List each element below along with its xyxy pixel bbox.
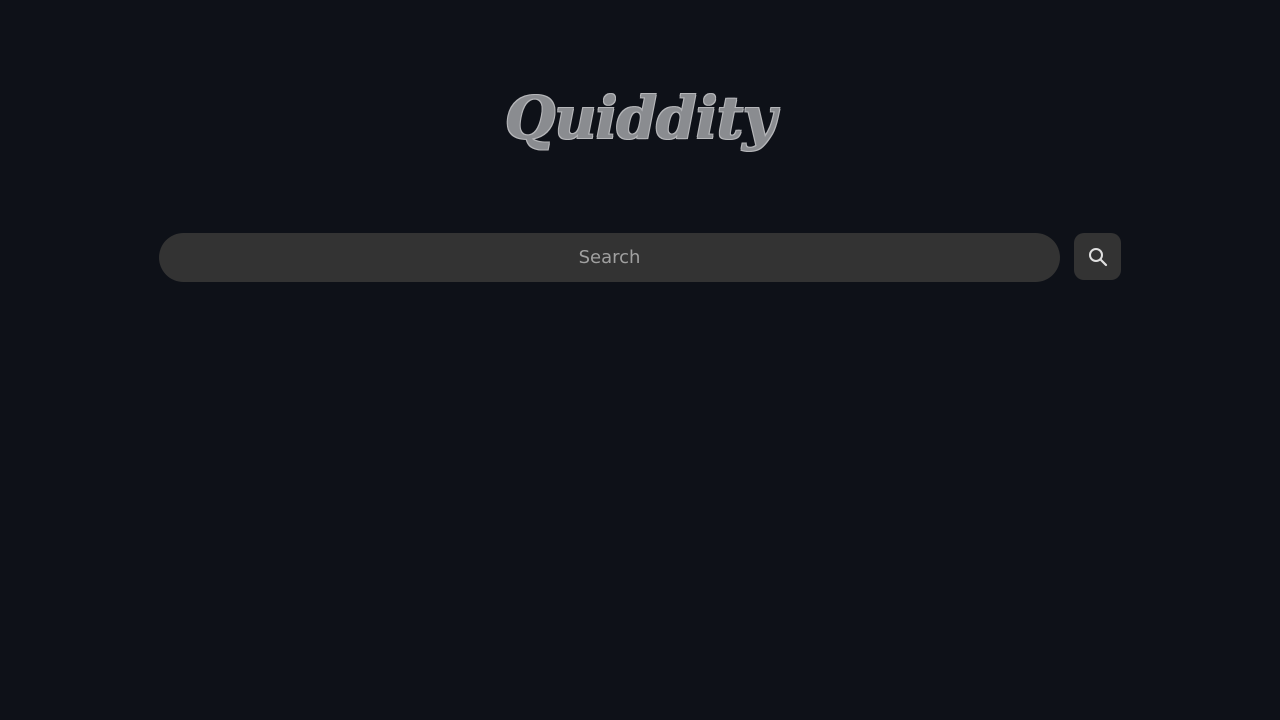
search-page: Quiddity <box>0 0 1280 720</box>
search-icon <box>1088 247 1108 267</box>
search-button[interactable] <box>1074 233 1121 280</box>
site-logo: Quiddity <box>504 84 776 152</box>
search-input[interactable] <box>159 233 1060 282</box>
